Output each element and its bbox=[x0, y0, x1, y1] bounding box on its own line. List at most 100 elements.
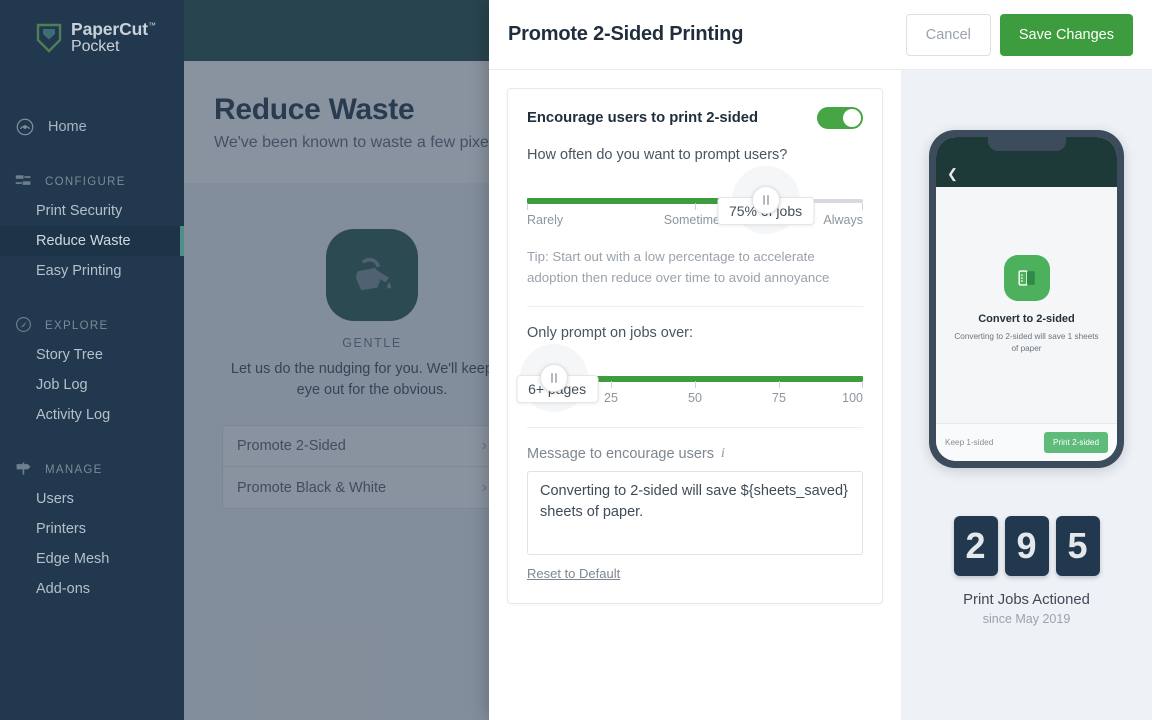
settings-divider-2 bbox=[527, 427, 863, 429]
sidebar-item-users[interactable]: Users bbox=[0, 484, 184, 514]
sidebar-group-configure: CONFIGURE bbox=[0, 168, 184, 196]
sidebar-item-job-log-wrap: Job Log bbox=[0, 370, 184, 400]
frequency-tick bbox=[695, 203, 696, 210]
sidebar-item-reduce-waste-label: Reduce Waste bbox=[36, 233, 131, 250]
sidebar-item-job-log-label: Job Log bbox=[36, 377, 88, 394]
frequency-scale-rarely: Rarely bbox=[527, 213, 564, 227]
papercut-shield-icon bbox=[36, 23, 62, 53]
phone-mockup: ❮ Convert to 2-sided Converting to 2-sid… bbox=[929, 130, 1124, 468]
pages-tick-label-25: 25 bbox=[604, 391, 618, 406]
sidebar-group-configure-label: CONFIGURE bbox=[45, 176, 126, 189]
sidebar-item-reduce-waste-wrap: Reduce Waste bbox=[0, 226, 184, 257]
phone-print-2-sided-button[interactable]: Print 2-sided bbox=[1044, 432, 1108, 453]
sidebar-item-edge-mesh[interactable]: Edge Mesh bbox=[0, 544, 184, 574]
save-changes-button[interactable]: Save Changes bbox=[999, 13, 1133, 56]
pages-tick bbox=[695, 381, 696, 389]
sidebar-item-easy-printing[interactable]: Easy Printing bbox=[0, 256, 184, 286]
promo-list: Promote 2-Sided › ✓ Promote Black & Whit… bbox=[222, 425, 522, 510]
sidebar-item-activity-log[interactable]: Activity Log bbox=[0, 400, 184, 430]
frequency-slider-handle[interactable] bbox=[751, 186, 780, 214]
sidebar-item-add-ons-wrap: Add-ons bbox=[0, 574, 184, 604]
sidebar-group-explore: EXPLORE bbox=[0, 312, 184, 340]
sidebar-item-activity-log-label: Activity Log bbox=[36, 407, 111, 424]
sidebar-item-printers-label: Printers bbox=[36, 521, 86, 538]
signpost-icon bbox=[14, 459, 33, 481]
message-label-row: Message to encourage users i bbox=[527, 446, 863, 462]
phone-statusbar: ❮ bbox=[936, 137, 1117, 187]
phone-body-text: Converting to 2-sided will save 1 sheets… bbox=[954, 332, 1099, 353]
chevron-left-icon[interactable]: ❮ bbox=[947, 166, 958, 182]
app-root: PaperCut™ Pocket Home CONFIGURE Print Se… bbox=[0, 0, 1152, 720]
sidebar-item-users-label: Users bbox=[36, 491, 74, 508]
pages-tick-label-100: 100 bbox=[842, 391, 863, 406]
sidebar-item-reduce-waste[interactable]: Reduce Waste bbox=[0, 226, 184, 257]
sidebar-item-home-label: Home bbox=[48, 118, 87, 135]
modal-title: Promote 2-Sided Printing bbox=[508, 23, 744, 45]
gentle-label: GENTLE bbox=[342, 336, 402, 350]
compass-icon bbox=[14, 315, 33, 337]
counter-digit: 5 bbox=[1055, 516, 1100, 576]
promo-row-black-white[interactable]: Promote Black & White › ✓ bbox=[223, 467, 521, 508]
pages-slider-block: 6+ pages 0 25 bbox=[516, 344, 863, 413]
sidebar-item-easy-printing-wrap: Easy Printing bbox=[0, 256, 184, 286]
pages-question: Only prompt on jobs over: bbox=[527, 325, 694, 342]
watering-can-icon bbox=[326, 229, 418, 321]
encourage-toggle-switch[interactable] bbox=[817, 107, 863, 129]
promo-row-2-sided[interactable]: Promote 2-Sided › ✓ bbox=[223, 426, 521, 468]
sidebar-item-printers-wrap: Printers bbox=[0, 514, 184, 544]
app-logo[interactable]: PaperCut™ Pocket bbox=[0, 0, 184, 55]
sidebar-item-print-security-label: Print Security bbox=[36, 203, 123, 220]
logo-line2: Pocket bbox=[71, 37, 120, 55]
sidebar-item-easy-printing-label: Easy Printing bbox=[36, 263, 122, 280]
counter-digit: 9 bbox=[1004, 516, 1049, 576]
counter-label: Print Jobs Actioned bbox=[963, 592, 1090, 608]
sidebar-item-add-ons-label: Add-ons bbox=[36, 581, 91, 598]
frequency-question: How often do you want to prompt users? bbox=[527, 147, 788, 163]
sidebar-group-explore-label: EXPLORE bbox=[45, 320, 109, 333]
sidebar-item-print-security[interactable]: Print Security bbox=[0, 196, 184, 226]
reset-to-default-link[interactable]: Reset to Default bbox=[527, 566, 620, 581]
promote-2-sided-modal: Promote 2-Sided Printing Cancel Save Cha… bbox=[489, 0, 1152, 720]
encourage-toggle-label: Encourage users to print 2-sided bbox=[527, 110, 759, 126]
sidebar-item-story-tree[interactable]: Story Tree bbox=[0, 340, 184, 370]
sidebar-item-story-tree-wrap: Story Tree bbox=[0, 340, 184, 370]
sidebar-group-manage: MANAGE bbox=[0, 456, 184, 484]
pages-tick-label-50: 50 bbox=[688, 391, 702, 406]
sidebar-item-users-wrap: Users bbox=[0, 484, 184, 514]
pages-slider-handle[interactable] bbox=[539, 364, 568, 393]
phone-keep-1-sided-button[interactable]: Keep 1-sided bbox=[945, 438, 993, 447]
sidebar-item-home[interactable]: Home bbox=[0, 111, 184, 142]
frequency-tick bbox=[861, 203, 863, 210]
pages-track-fill bbox=[570, 376, 863, 383]
logo-trademark: ™ bbox=[148, 21, 156, 31]
message-textarea[interactable] bbox=[527, 471, 863, 556]
frequency-tick bbox=[527, 203, 528, 210]
sidebar-item-job-log[interactable]: Job Log bbox=[0, 370, 184, 400]
gentle-description: Let us do the nudging for you. We'll kee… bbox=[230, 361, 514, 399]
sidebar-item-add-ons[interactable]: Add-ons bbox=[0, 574, 184, 604]
sidebar-group-manage-label: MANAGE bbox=[45, 464, 103, 477]
frequency-slider-block: 75% of jobs Rarely Sometimes bbox=[527, 166, 863, 234]
promo-row-black-white-label: Promote Black & White bbox=[237, 479, 387, 496]
promo-row-2-sided-label: Promote 2-Sided bbox=[237, 438, 346, 455]
sidebar-item-printers[interactable]: Printers bbox=[0, 514, 184, 544]
modal-header-actions: Cancel Save Changes bbox=[905, 13, 1133, 56]
phone-footer: Keep 1-sided Print 2-sided bbox=[936, 423, 1117, 461]
sidebar-item-print-security-wrap: Print Security bbox=[0, 196, 184, 226]
sidebar-item-activity-log-wrap: Activity Log bbox=[0, 400, 184, 430]
phone-screen: ❮ Convert to 2-sided Converting to 2-sid… bbox=[936, 137, 1117, 461]
info-icon[interactable]: i bbox=[721, 446, 725, 462]
cancel-button[interactable]: Cancel bbox=[905, 13, 991, 56]
pages-tick bbox=[861, 381, 863, 389]
modal-header: Promote 2-Sided Printing Cancel Save Cha… bbox=[489, 0, 1152, 70]
logo-line1: PaperCut bbox=[71, 19, 148, 39]
gentle-card: GENTLE Let us do the nudging for you. We… bbox=[222, 229, 522, 510]
counter-digits: 2 9 5 bbox=[953, 516, 1100, 576]
logo-text: PaperCut™ Pocket bbox=[71, 19, 156, 55]
print-jobs-counter: 2 9 5 Print Jobs Actioned since May 2019 bbox=[953, 516, 1100, 626]
settings-panel: Encourage users to print 2-sided How oft… bbox=[489, 70, 901, 720]
pages-tick-label-75: 75 bbox=[772, 391, 786, 406]
sidebar-nav: Home CONFIGURE Print Security Reduce Was… bbox=[0, 111, 184, 604]
phone-content: Convert to 2-sided Converting to 2-sided… bbox=[936, 187, 1117, 423]
sidebar: PaperCut™ Pocket Home CONFIGURE Print Se… bbox=[0, 0, 184, 720]
